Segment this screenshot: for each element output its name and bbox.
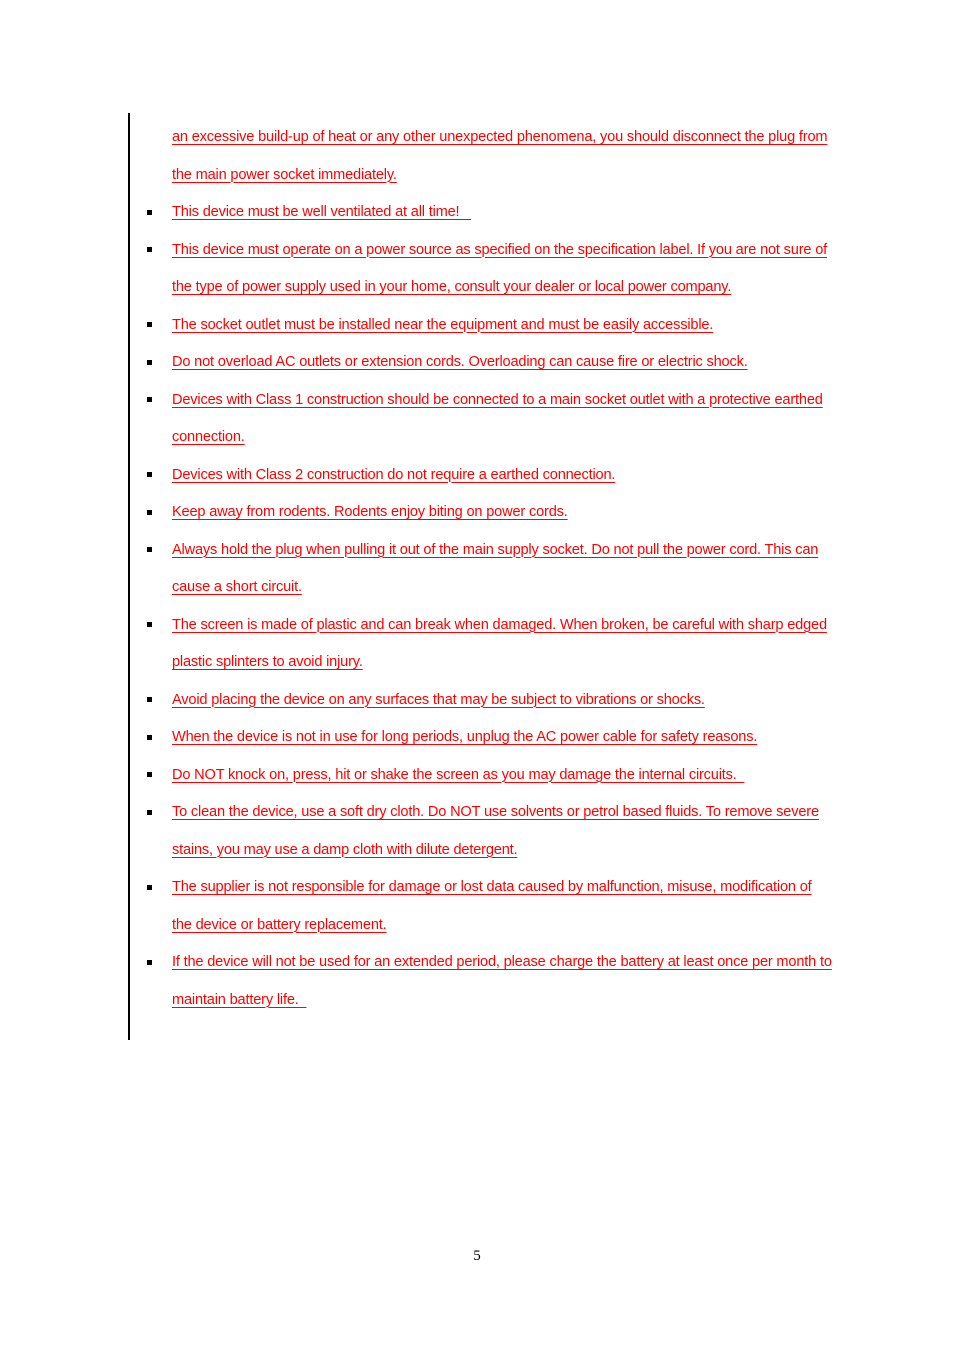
square-bullet-icon	[146, 472, 152, 477]
page-number: 5	[473, 1248, 481, 1264]
revision-change-bar	[128, 113, 130, 1040]
safety-bullet-item: To clean the device, use a soft dry clot…	[146, 794, 840, 869]
safety-bullet-item: Avoid placing the device on any surfaces…	[146, 682, 840, 720]
text-line: stains, you may use a damp cloth with di…	[172, 841, 518, 858]
safety-bullet-item: Do NOT knock on, press, hit or shake the…	[146, 757, 840, 795]
square-bullet-icon	[146, 547, 152, 552]
square-bullet-icon	[146, 209, 152, 215]
safety-bullet-item: Devices with Class 1 construction should…	[146, 382, 840, 457]
text-line: Avoid placing the device on any surfaces…	[172, 691, 705, 708]
square-bullet-icon	[146, 247, 152, 252]
square-bullet-icon	[146, 809, 152, 815]
text-line: maintain battery life.	[172, 991, 307, 1008]
square-bullet-icon	[146, 884, 152, 890]
text-line: When the device is not in use for long p…	[172, 729, 758, 745]
safety-bullet-item: When the device is not in use for long p…	[146, 719, 840, 757]
text-line: To clean the device, use a soft dry clot…	[172, 804, 819, 820]
safety-bullet-item: Keep away from rodents. Rodents enjoy bi…	[146, 494, 840, 532]
square-bullet-icon	[146, 697, 152, 702]
safety-bullet-item: Do not overload AC outlets or extension …	[146, 344, 840, 382]
square-bullet-icon	[146, 397, 152, 402]
safety-bullet-item: Always hold the plug when pulling it out…	[146, 532, 840, 607]
text-line: This device must operate on a power sour…	[172, 241, 828, 258]
text-line: The screen is made of plastic and can br…	[172, 616, 827, 633]
square-bullet-icon	[146, 359, 152, 365]
text-line: Keep away from rodents. Rodents enjoy bi…	[172, 504, 568, 520]
safety-bullet-item: The supplier is not responsible for dama…	[146, 869, 840, 944]
text-line: an excessive build-up of heat or any oth…	[172, 129, 828, 145]
text-line: Devices with Class 1 construction should…	[172, 391, 823, 408]
safety-bullet-item: The socket outlet must be installed near…	[146, 307, 840, 345]
safety-bullet-item: This device must operate on a power sour…	[146, 232, 840, 307]
text-line: The socket outlet must be installed near…	[172, 316, 714, 333]
text-line: the device or battery replacement.	[172, 916, 387, 933]
square-bullet-icon	[146, 734, 152, 740]
document-page: an excessive build-up of heat or any oth…	[0, 0, 954, 1350]
text-line: Do NOT knock on, press, hit or shake the…	[172, 766, 745, 783]
square-bullet-icon	[146, 772, 152, 777]
text-line: the main power socket immediately.	[172, 166, 397, 183]
text-line: Always hold the plug when pulling it out…	[172, 541, 819, 558]
safety-bullet-item: This device must be well ventilated at a…	[146, 194, 840, 232]
text-line: plastic splinters to avoid injury.	[172, 654, 363, 670]
square-bullet-icon	[146, 622, 152, 627]
square-bullet-icon	[146, 322, 152, 327]
square-bullet-icon	[146, 509, 152, 515]
text-line: The supplier is not responsible for dama…	[172, 879, 812, 895]
document-body: an excessive build-up of heat or any oth…	[146, 119, 840, 1019]
safety-bullet-item: The screen is made of plastic and can br…	[146, 607, 840, 682]
text-line: cause a short circuit.	[172, 579, 302, 595]
text-line: Do not overload AC outlets or extension …	[172, 354, 748, 370]
square-bullet-icon	[146, 959, 152, 965]
continuation-paragraph: an excessive build-up of heat or any oth…	[172, 119, 840, 194]
safety-bullet-item: If the device will not be used for an ex…	[146, 944, 840, 1019]
text-line: the type of power supply used in your ho…	[172, 279, 732, 295]
text-line: connection.	[172, 429, 245, 445]
text-line: If the device will not be used for an ex…	[172, 954, 832, 970]
text-line: Devices with Class 2 construction do not…	[172, 466, 616, 483]
text-line: This device must be well ventilated at a…	[172, 204, 472, 220]
safety-bullet-item: Devices with Class 2 construction do not…	[146, 457, 840, 495]
